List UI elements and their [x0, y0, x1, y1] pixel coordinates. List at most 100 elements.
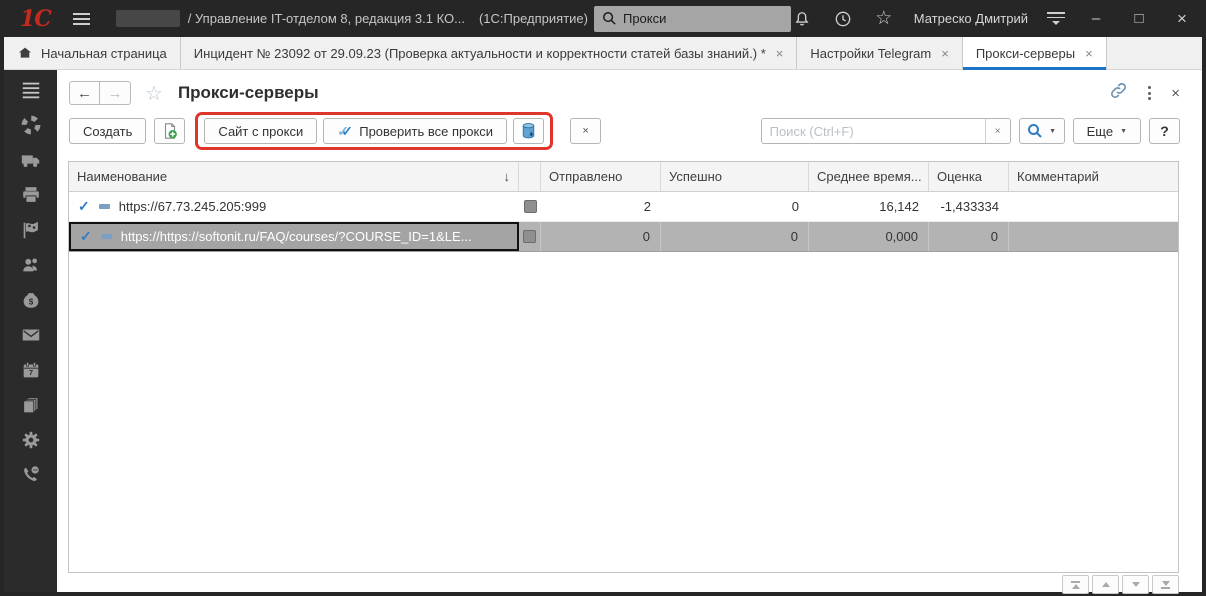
minimize-button[interactable]: – [1084, 10, 1108, 27]
dropdown-arrow-icon: ▼ [1120, 128, 1127, 135]
window-frame: Начальная страница Инцидент № 23092 от 2… [0, 37, 1206, 596]
sort-desc-icon: ↓ [504, 169, 511, 184]
add-favorite-star-icon[interactable]: ☆ [145, 81, 163, 106]
history-nav: ← → [69, 81, 131, 105]
table-row[interactable]: ✓ https://67.73.245.205:999 2 0 16,142 -… [69, 192, 1178, 222]
column-header-sent[interactable]: Отправлено [541, 162, 661, 191]
mail-icon[interactable] [19, 323, 43, 347]
users-icon[interactable] [19, 253, 43, 277]
cell-sent[interactable]: 2 [541, 192, 661, 221]
cell-checkbox[interactable] [519, 222, 541, 251]
column-header-score[interactable]: Оценка [929, 162, 1009, 191]
active-check-icon: ✓ [78, 198, 90, 215]
tab-home[interactable]: Начальная страница [4, 37, 181, 69]
dropdown-arrow-icon: ▼ [1049, 128, 1056, 135]
history-icon[interactable] [832, 8, 854, 30]
site-with-proxy-button[interactable]: Сайт с прокси [204, 118, 317, 144]
main-menu-icon[interactable] [73, 13, 90, 25]
window-close-button[interactable]: × [1170, 9, 1194, 29]
user-name[interactable]: Матреско Дмитрий [914, 11, 1028, 26]
redacted-base-name [116, 10, 180, 27]
column-header-comment[interactable]: Комментарий [1009, 162, 1178, 191]
tab-incident[interactable]: Инцидент № 23092 от 29.09.23 (Проверка а… [181, 37, 798, 69]
table-search: × [761, 118, 1011, 144]
more-label: Еще [1087, 124, 1113, 139]
table-empty-area [69, 252, 1178, 572]
cell-checkbox[interactable] [519, 192, 541, 221]
forward-button[interactable]: → [100, 81, 131, 105]
favorites-star-icon[interactable]: ☆ [873, 8, 895, 30]
sidebar: $ 7 [4, 70, 57, 592]
close-small-button[interactable]: × [570, 118, 601, 144]
find-button[interactable]: ▼ [1019, 118, 1065, 144]
cell-success[interactable]: 0 [661, 192, 809, 221]
tab-label: Инцидент № 23092 от 29.09.23 (Проверка а… [194, 46, 766, 61]
help-button[interactable]: ? [1149, 118, 1180, 144]
load-to-database-button[interactable] [513, 118, 544, 144]
magnifier-icon [1027, 123, 1043, 139]
tab-close-icon[interactable]: × [941, 46, 949, 61]
map-flag-icon[interactable] [19, 218, 43, 242]
cell-avg-time[interactable]: 0,000 [809, 222, 929, 251]
table-header: Наименование ↓ Отправлено Успешно Средне… [69, 162, 1178, 192]
1c-logo: 1С [20, 6, 51, 32]
form-nav-row: ← → ☆ Прокси-серверы × [57, 70, 1202, 110]
back-button[interactable]: ← [69, 81, 100, 105]
more-button[interactable]: Еще ▼ [1073, 118, 1141, 144]
service-menu-icon[interactable] [1047, 12, 1065, 25]
scroll-first-button[interactable] [1062, 575, 1089, 594]
scroll-last-button[interactable] [1152, 575, 1179, 594]
checkbox-icon[interactable] [523, 230, 536, 243]
active-check-icon: ✓ [80, 228, 92, 245]
tab-close-icon[interactable]: × [1085, 46, 1093, 61]
cell-name[interactable]: ✓ https://67.73.245.205:999 [69, 192, 519, 221]
money-bag-icon[interactable]: $ [19, 288, 43, 312]
page-title: Прокси-серверы [178, 83, 319, 103]
tab-telegram-settings[interactable]: Настройки Telegram × [797, 37, 962, 69]
column-header-check[interactable] [519, 162, 541, 191]
body: $ 7 [4, 70, 1202, 592]
tab-proxy-servers[interactable]: Прокси-серверы × [963, 37, 1107, 69]
phone-chat-icon[interactable] [19, 463, 43, 487]
cell-sent[interactable]: 0 [541, 222, 661, 251]
cell-score[interactable]: 0 [929, 222, 1009, 251]
get-link-icon[interactable] [1109, 81, 1128, 105]
column-header-avg-time[interactable]: Среднее время... [809, 162, 929, 191]
search-input[interactable] [762, 119, 985, 143]
tab-close-icon[interactable]: × [776, 46, 784, 61]
check-all-proxies-button[interactable]: ✓✓ Проверить все прокси [323, 118, 507, 144]
cell-comment[interactable] [1009, 192, 1178, 221]
bell-icon[interactable] [791, 8, 813, 30]
kebab-menu-icon[interactable] [1146, 84, 1153, 102]
cell-name-focused[interactable]: ✓ https://https://softonit.ru/FAQ/course… [69, 222, 519, 251]
scroll-down-button[interactable] [1122, 575, 1149, 594]
documents-icon[interactable] [19, 393, 43, 417]
scroll-up-button[interactable] [1092, 575, 1119, 594]
table-row-selected[interactable]: ✓ https://https://softonit.ru/FAQ/course… [69, 222, 1178, 252]
global-search-box[interactable]: Прокси [594, 6, 791, 32]
create-by-copy-button[interactable] [154, 118, 185, 144]
database-icon [520, 122, 537, 140]
app-mode: (1С:Предприятие) [479, 11, 588, 26]
double-check-icon: ✓✓ [337, 124, 355, 138]
cell-comment[interactable] [1009, 222, 1178, 251]
delivery-truck-icon[interactable] [19, 148, 43, 172]
search-clear-icon[interactable]: × [985, 119, 1010, 143]
cell-score[interactable]: -1,433334 [929, 192, 1009, 221]
cell-avg-time[interactable]: 16,142 [809, 192, 929, 221]
maximize-button[interactable]: □ [1127, 10, 1151, 27]
printer-icon[interactable] [19, 183, 43, 207]
settings-gear-icon[interactable] [19, 428, 43, 452]
proxy-url: https://67.73.245.205:999 [119, 199, 266, 214]
tab-label: Прокси-серверы [976, 46, 1075, 61]
create-button[interactable]: Создать [69, 118, 146, 144]
column-header-success[interactable]: Успешно [661, 162, 809, 191]
sections-menu-icon[interactable] [19, 78, 43, 102]
form-close-icon[interactable]: × [1171, 85, 1180, 102]
support-lifebuoy-icon[interactable] [19, 113, 43, 137]
app-title: / Управление IT-отделом 8, редакция 3.1 … [188, 11, 588, 26]
checkbox-icon[interactable] [524, 200, 537, 213]
calendar-icon[interactable]: 7 [19, 358, 43, 382]
cell-success[interactable]: 0 [661, 222, 809, 251]
column-header-name[interactable]: Наименование ↓ [69, 162, 519, 191]
